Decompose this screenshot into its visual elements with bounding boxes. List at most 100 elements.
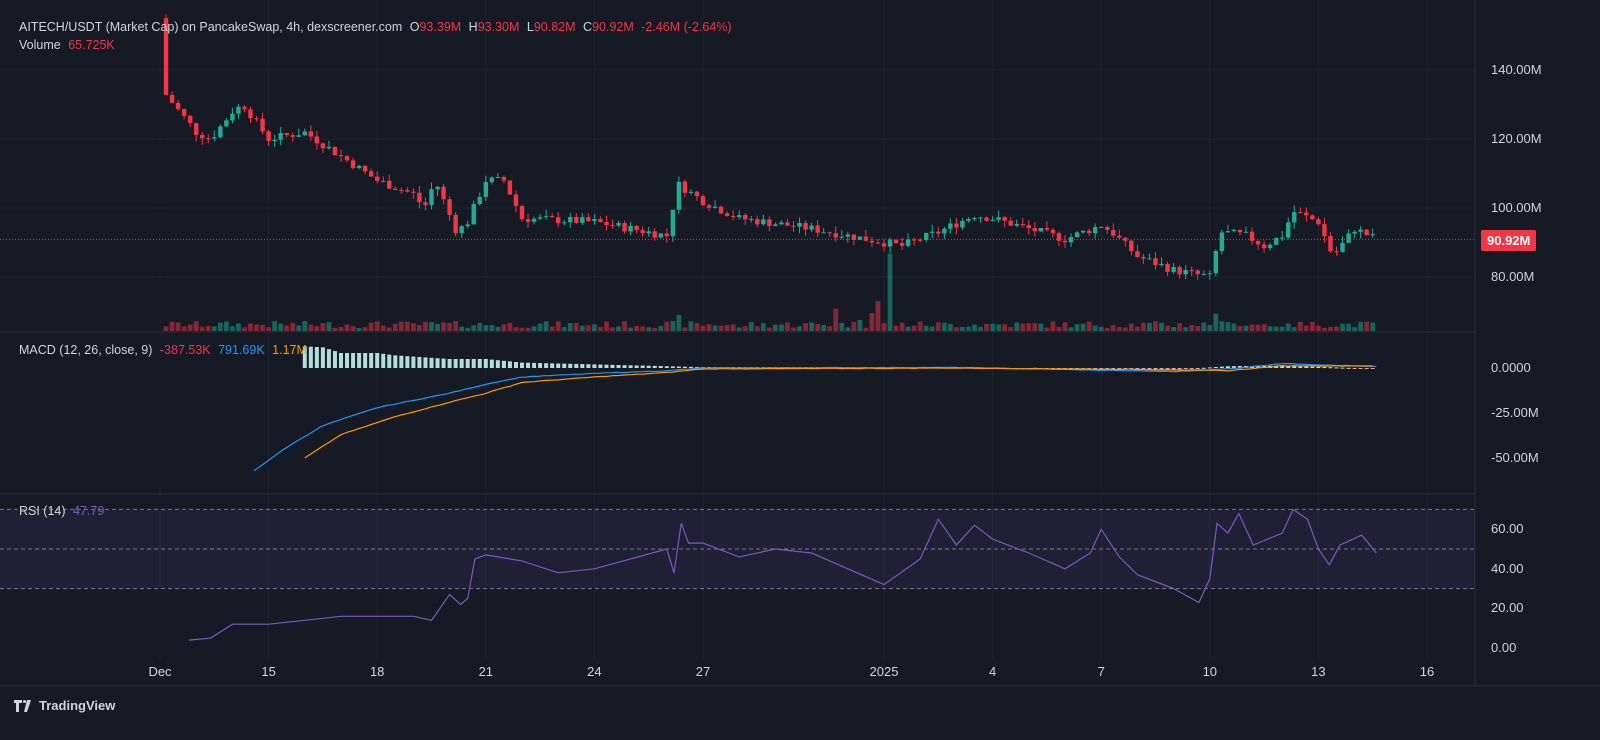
volume-bar	[248, 323, 253, 331]
candle-body	[1014, 224, 1019, 226]
volume-bar	[960, 326, 965, 331]
volume-bar	[308, 324, 314, 331]
volume-bar	[1116, 326, 1122, 331]
volume-bar	[471, 325, 477, 331]
candle-body	[459, 226, 464, 234]
candle-body	[296, 135, 301, 137]
symbol-title: AITECH/USDT (Market Cap) on PancakeSwap,…	[19, 20, 403, 34]
volume-bar	[1020, 323, 1026, 331]
volume-bar	[1309, 321, 1315, 331]
volume-bar	[978, 326, 983, 331]
macd-axis-label: -25.00M	[1491, 405, 1539, 420]
macd-histogram-bar	[526, 362, 531, 368]
macd-value: 791.69K	[218, 343, 265, 357]
candle-body	[1219, 232, 1225, 252]
candle-body	[863, 236, 869, 241]
volume-bar	[1364, 321, 1370, 331]
volume-bar	[730, 324, 736, 331]
candle-body	[592, 218, 597, 222]
macd-histogram-bar	[429, 357, 434, 368]
volume-bar	[966, 326, 971, 331]
candle-body	[1255, 240, 1261, 245]
candle-body	[905, 239, 911, 246]
volume-bar	[465, 327, 471, 331]
candle-body	[568, 217, 573, 223]
candle-body	[616, 223, 621, 226]
candle-body	[1358, 229, 1363, 232]
volume-bar	[1183, 327, 1189, 331]
volume-bar	[1014, 322, 1020, 331]
macd-histogram-bar	[1225, 366, 1230, 368]
macd-histogram-bar	[1310, 366, 1315, 368]
candle-body	[218, 126, 223, 138]
candle-body	[236, 106, 241, 114]
volume-bar	[1098, 326, 1104, 331]
macd-histogram-bar	[538, 363, 543, 368]
candle-body	[314, 136, 320, 144]
candle-body	[483, 182, 488, 197]
candle-body	[1062, 240, 1068, 243]
macd-histogram-bar	[604, 364, 609, 368]
macd-histogram-bar	[1340, 367, 1345, 369]
price-axis-label: 80.00M	[1491, 269, 1535, 284]
candle-body	[899, 243, 905, 246]
candle-body	[1050, 229, 1056, 234]
macd-histogram-bar	[1213, 367, 1218, 368]
volume-bar	[1171, 326, 1176, 331]
candle-body	[1231, 229, 1237, 232]
candle-body	[1171, 266, 1176, 272]
volume-bar	[356, 327, 362, 331]
price-axis-label: 100.00M	[1491, 200, 1542, 215]
tradingview-icon	[14, 699, 31, 712]
time-axis-label: 21	[478, 664, 494, 679]
time-axis-label: 7	[1097, 664, 1105, 679]
volume-bar	[688, 321, 694, 331]
macd-line	[253, 363, 1377, 472]
volume-bar	[567, 323, 573, 331]
volume-bar	[1358, 321, 1364, 331]
volume-bar	[809, 322, 814, 331]
volume-bar	[404, 321, 410, 331]
volume-bar	[477, 322, 483, 331]
macd-histogram-bar	[320, 347, 325, 368]
chart-canvas[interactable]	[0, 0, 1600, 740]
macd-histogram-bar	[574, 363, 579, 368]
volume-label: Volume	[19, 38, 61, 52]
candle-body	[290, 135, 295, 137]
volume-bar	[260, 324, 265, 331]
volume-bar	[266, 327, 271, 331]
candle-body	[1099, 227, 1104, 229]
macd-histogram-bar	[423, 357, 428, 368]
volume-bar	[1189, 325, 1195, 331]
candle-body	[779, 222, 784, 225]
candle-body	[845, 234, 850, 237]
macd-histogram-bar	[435, 358, 440, 368]
candle-body	[284, 133, 289, 136]
candle-body	[694, 191, 700, 197]
candle-body	[990, 219, 995, 221]
candle-body	[1117, 235, 1122, 238]
volume-bar	[1122, 327, 1128, 331]
volume-bar	[344, 324, 350, 331]
volume-bar	[875, 301, 881, 331]
volume-bar	[1261, 324, 1267, 331]
candle-body	[978, 217, 983, 219]
volume-bar	[368, 322, 374, 331]
volume-bar	[519, 327, 525, 331]
candle-body	[537, 217, 543, 219]
candle-body	[881, 243, 887, 247]
macd-histogram-bar	[501, 360, 506, 368]
macd-histogram-bar	[381, 353, 386, 368]
volume-bar	[1303, 325, 1309, 331]
volume-bar	[314, 326, 320, 331]
candle-body	[954, 223, 959, 228]
candle-body	[230, 113, 235, 121]
tradingview-logo[interactable]: TradingView	[14, 698, 115, 713]
macd-histogram-bar	[477, 359, 482, 368]
volume-bar	[1279, 326, 1285, 331]
volume-bar	[1219, 321, 1225, 331]
candle-body	[773, 224, 778, 227]
macd-histogram-bar	[658, 366, 663, 368]
volume-bar	[1195, 325, 1201, 331]
volume-bar	[694, 323, 700, 331]
